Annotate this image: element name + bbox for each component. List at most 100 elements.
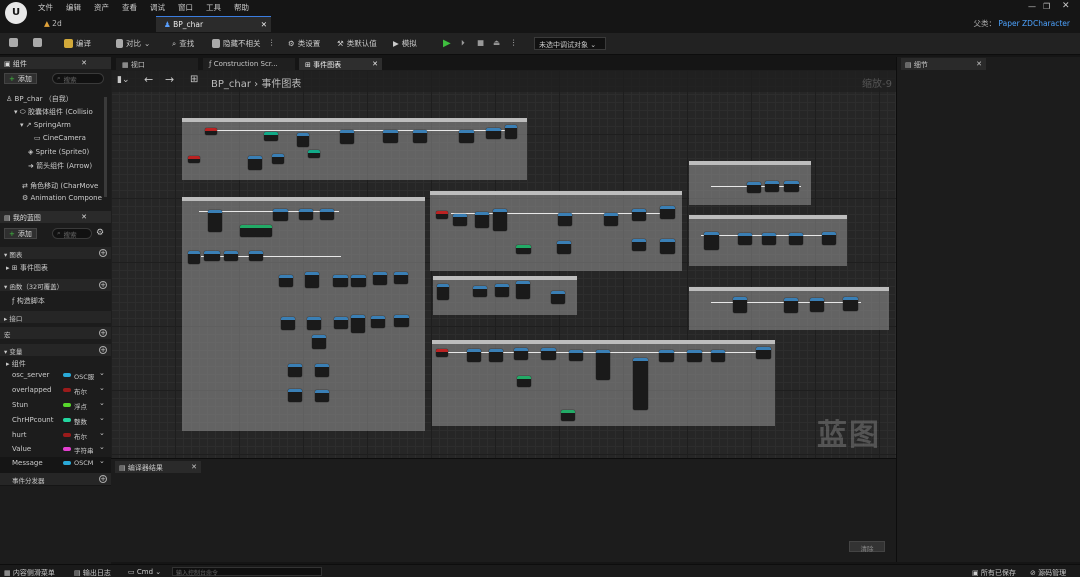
- more-options-icon[interactable]: ⋮: [268, 38, 276, 47]
- graph-node[interactable]: [204, 251, 220, 261]
- tab-event-graph[interactable]: ⊞ 事件图表 ✕: [299, 58, 382, 70]
- eject-icon[interactable]: ⏏: [493, 38, 500, 47]
- graph-node[interactable]: [297, 133, 309, 147]
- graph-node[interactable]: [495, 284, 509, 297]
- graph-node[interactable]: [394, 272, 408, 284]
- section-variables[interactable]: ▾ 变量 +: [0, 344, 111, 356]
- graph-node[interactable]: [514, 348, 528, 360]
- chevron-down-icon[interactable]: ⌄: [99, 369, 105, 377]
- back-arrow-icon[interactable]: ←: [144, 73, 153, 86]
- event-graph-canvas[interactable]: ▮⌄ ← → ⊞ BP_char › 事件图表 缩放-9 蓝图: [111, 70, 896, 458]
- save-status[interactable]: ▣ 所有已保存: [972, 568, 1016, 577]
- graph-node[interactable]: [632, 239, 646, 251]
- menu-help[interactable]: 帮助: [234, 2, 249, 13]
- diff-button[interactable]: 对比 ⌄: [116, 38, 150, 49]
- graph-node[interactable]: [551, 291, 565, 304]
- graph-node[interactable]: [394, 315, 409, 327]
- chevron-down-icon[interactable]: ⌄: [99, 429, 105, 437]
- graph-node[interactable]: [320, 209, 334, 220]
- graph-node[interactable]: [299, 209, 313, 220]
- menu-debug[interactable]: 调试: [150, 2, 165, 13]
- bookmark-icon[interactable]: ▮⌄: [117, 75, 130, 85]
- graph-node[interactable]: [810, 298, 824, 312]
- graph-node[interactable]: [248, 156, 262, 170]
- section-graphs[interactable]: ▾ 图表 +: [0, 247, 111, 259]
- graph-node[interactable]: [475, 212, 489, 228]
- graph-node[interactable]: [505, 125, 517, 139]
- close-window-icon[interactable]: ✕: [1062, 1, 1070, 11]
- tree-item-self[interactable]: ♙ BP_char （自我）: [6, 94, 110, 104]
- graph-node[interactable]: [738, 233, 752, 245]
- graph-node[interactable]: [224, 251, 238, 261]
- details-tab[interactable]: ▤ 细节 ✕: [901, 58, 986, 70]
- tree-item-springarm[interactable]: ▾ ↗ SpringArm: [20, 121, 110, 129]
- graph-node[interactable]: [279, 275, 293, 287]
- compile-button[interactable]: 编译: [64, 38, 91, 49]
- unreal-logo-icon[interactable]: U: [5, 2, 27, 24]
- graph-node[interactable]: [351, 275, 366, 287]
- step-icon[interactable]: ⏵: [461, 38, 465, 48]
- graph-node[interactable]: [762, 233, 776, 245]
- graph-node[interactable]: [747, 182, 761, 193]
- graph-node[interactable]: [281, 317, 295, 330]
- chevron-down-icon[interactable]: ⌄: [99, 414, 105, 422]
- graph-node[interactable]: [704, 232, 719, 250]
- add-function-icon[interactable]: +: [99, 281, 107, 289]
- graph-node[interactable]: [784, 298, 798, 313]
- compiler-results-tab[interactable]: ▤ 编译器结果 ✕: [115, 461, 201, 473]
- chevron-down-icon[interactable]: ⌄: [99, 399, 105, 407]
- close-panel-icon[interactable]: ✕: [81, 213, 87, 221]
- graph-node[interactable]: [604, 213, 618, 226]
- variable-row[interactable]: Message OSCM ⌄: [0, 456, 111, 470]
- graph-node[interactable]: [558, 213, 572, 226]
- graph-node[interactable]: [633, 358, 648, 410]
- graph-node[interactable]: [272, 154, 284, 164]
- source-control-button[interactable]: ⊘ 源码管理: [1030, 568, 1066, 577]
- graph-node[interactable]: [632, 209, 646, 221]
- graph-node[interactable]: [264, 132, 278, 141]
- graph-node[interactable]: [789, 233, 803, 245]
- add-member-button[interactable]: + 添加: [4, 228, 37, 239]
- mybp-search-input[interactable]: ⌕ 搜索: [52, 228, 92, 239]
- graph-node[interactable]: [493, 209, 507, 231]
- graph-node[interactable]: [333, 275, 348, 287]
- class-defaults-button[interactable]: ⚒ 类默认值: [337, 38, 377, 49]
- graph-node[interactable]: [453, 214, 467, 226]
- add-dispatcher-icon[interactable]: +: [99, 475, 107, 483]
- graph-node[interactable]: [340, 130, 354, 144]
- graph-node[interactable]: [383, 130, 398, 143]
- graph-node[interactable]: [711, 350, 725, 362]
- comment-box[interactable]: [182, 118, 527, 180]
- menu-tools[interactable]: 工具: [206, 2, 221, 13]
- graph-node[interactable]: [249, 251, 263, 261]
- close-panel-icon[interactable]: ✕: [81, 59, 87, 67]
- clear-button[interactable]: 清除: [849, 541, 885, 553]
- graph-node[interactable]: [459, 130, 474, 143]
- variable-row[interactable]: osc_server OSC服 ⌄: [0, 368, 111, 382]
- browse-button[interactable]: [33, 38, 42, 47]
- graph-node[interactable]: [765, 181, 779, 192]
- output-log-button[interactable]: ▤ 输出日志: [74, 568, 111, 577]
- graph-node[interactable]: [307, 317, 321, 330]
- tree-item-animation[interactable]: ⚙ Animation Compone: [22, 194, 110, 202]
- minimize-icon[interactable]: —: [1028, 2, 1036, 11]
- graph-node[interactable]: [288, 364, 302, 377]
- function-item-construction[interactable]: ƒ 构造脚本: [12, 296, 45, 306]
- close-panel-icon[interactable]: ✕: [191, 463, 197, 471]
- graph-node[interactable]: [473, 286, 487, 297]
- hide-unrelated-button[interactable]: 隐藏不相关: [212, 38, 261, 49]
- menu-asset[interactable]: 资产: [94, 2, 109, 13]
- graph-node[interactable]: [596, 350, 610, 380]
- menu-file[interactable]: 文件: [38, 2, 53, 13]
- chevron-down-icon[interactable]: ⌄: [99, 443, 105, 451]
- tree-item-cinecamera[interactable]: ▭ CineCamera: [34, 134, 110, 142]
- tree-item-capsule[interactable]: ▾ ⬭ 胶囊体组件 (Collisio: [14, 107, 111, 117]
- section-functions[interactable]: ▾ 函数（32可覆盖） +: [0, 279, 111, 291]
- section-dispatchers[interactable]: 事件分发器 +: [0, 473, 111, 485]
- parent-class-link[interactable]: Paper ZDCharacter: [998, 19, 1070, 28]
- graph-node[interactable]: [413, 130, 427, 143]
- graph-node[interactable]: [334, 317, 348, 329]
- stop-icon[interactable]: ■: [477, 38, 484, 47]
- restore-icon[interactable]: ❐: [1043, 2, 1050, 11]
- add-graph-icon[interactable]: +: [99, 249, 107, 257]
